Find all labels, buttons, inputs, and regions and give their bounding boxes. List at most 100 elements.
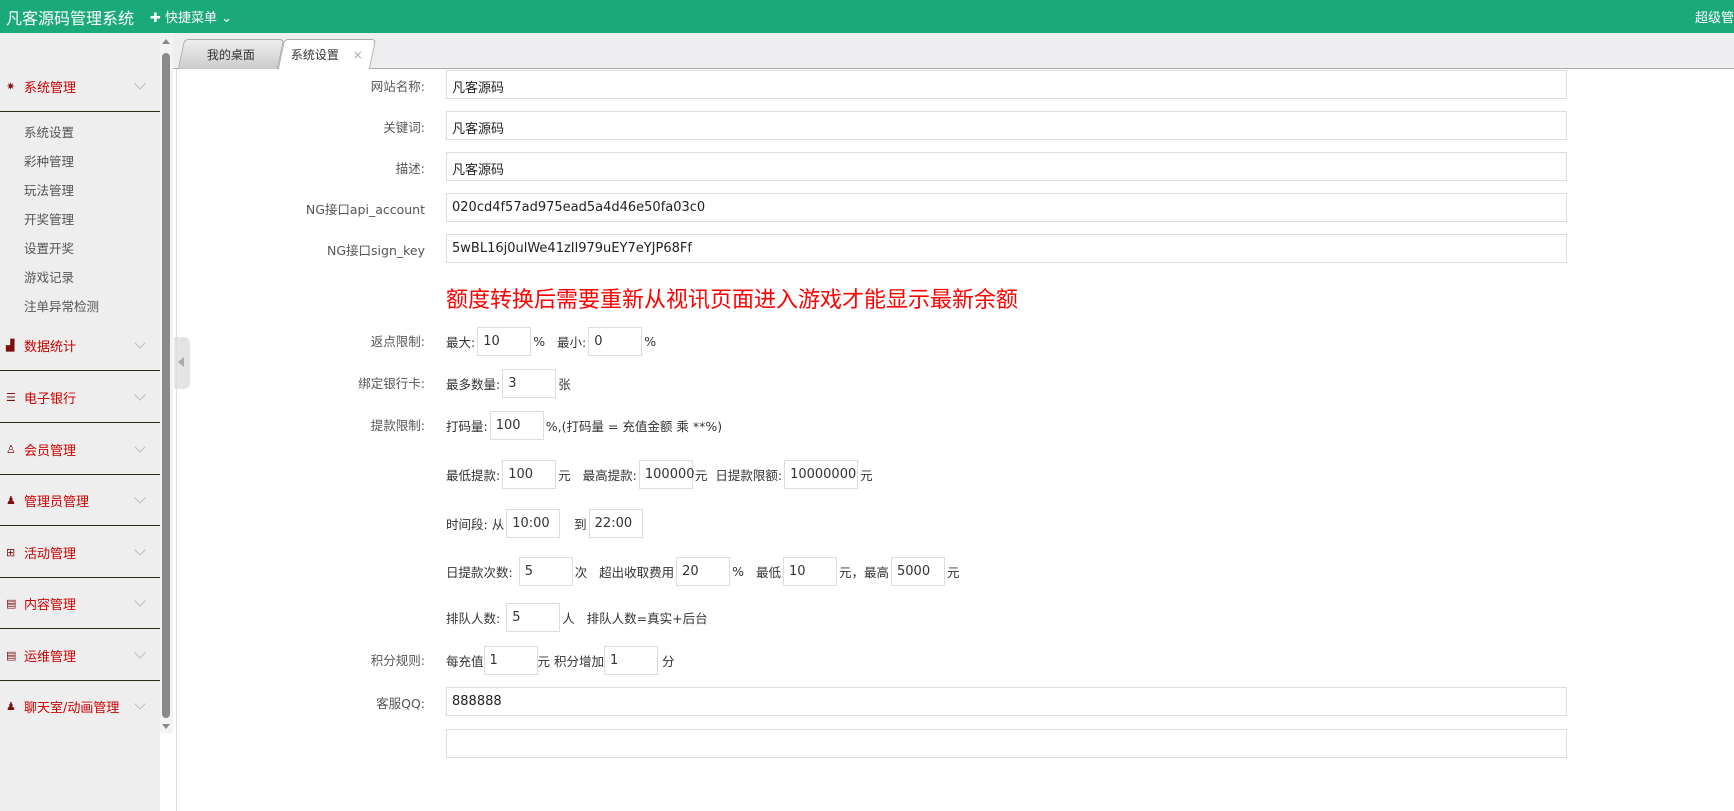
close-icon[interactable]: × xyxy=(353,48,363,62)
daily-limit-input[interactable]: 10000000 xyxy=(784,459,859,489)
scroll-down-icon[interactable] xyxy=(162,724,170,729)
pct-unit: % xyxy=(644,333,657,349)
sidebar-group-ops[interactable]: ▤ 运维管理 xyxy=(0,630,160,681)
chevron-down-icon xyxy=(134,492,146,504)
qq-input[interactable]: 888888 xyxy=(446,687,1567,716)
sidebar-item-bet-anomaly[interactable]: 注单异常检测 xyxy=(24,296,99,315)
sidebar: ✷ 系统管理 系统设置 彩种管理 玩法管理 开奖管理 设置开奖 游戏记录 注单异常… xyxy=(0,33,160,811)
sidebar-group-admins[interactable]: ♟ 管理员管理 xyxy=(0,475,160,526)
points-unit: 分 xyxy=(662,653,675,669)
points-input[interactable]: 1 xyxy=(604,645,659,675)
tab-system-settings[interactable]: 系统设置 × xyxy=(277,39,377,69)
sidebar-item-draw[interactable]: 开奖管理 xyxy=(24,209,74,228)
user-outline-icon: ♙ xyxy=(6,442,16,456)
yuan-unit: 元 xyxy=(860,467,873,483)
bank-max-label: 最多数量: xyxy=(446,376,501,392)
api-account-label: NG接口api_account xyxy=(305,202,425,217)
sidebar-item-game-records[interactable]: 游戏记录 xyxy=(24,267,74,286)
sidebar-scrollbar[interactable] xyxy=(160,33,173,733)
sign-key-label: NG接口sign_key xyxy=(326,243,425,258)
user-icon: ♟ xyxy=(6,493,16,507)
sidebar-group-system[interactable]: ✷ 系统管理 xyxy=(0,61,160,112)
daily-times-input[interactable]: 5 xyxy=(518,556,573,586)
site-name-input[interactable]: 凡客源码 xyxy=(446,70,1567,99)
min-withdraw-label: 最低提款: xyxy=(446,467,501,483)
document-icon: ▤ xyxy=(6,596,17,610)
warning-text: 额度转换后需要重新从视讯页面进入游戏才能显示最新余额 xyxy=(446,288,1019,313)
chevron-down-icon xyxy=(134,647,146,659)
bank-max-input[interactable]: 3 xyxy=(502,368,557,398)
withdraw-label: 提款限制: xyxy=(370,418,425,433)
sidebar-group-members[interactable]: ♙ 会员管理 xyxy=(0,424,160,475)
chevron-down-icon xyxy=(134,337,146,349)
end-time-input[interactable]: 22:00 xyxy=(588,508,643,538)
user-menu[interactable]: 超级管 xyxy=(1695,7,1734,26)
yuan-unit: 元 xyxy=(558,467,571,483)
max-withdraw-label: 最高提款: xyxy=(582,467,637,483)
points-amount-input[interactable]: 1 xyxy=(483,645,538,675)
chevron-down-icon xyxy=(134,544,146,556)
times-unit: 次 xyxy=(574,564,588,580)
rebate-label: 返点限制: xyxy=(370,334,425,349)
sidebar-item-system-settings[interactable]: 系统设置 xyxy=(24,122,74,141)
keywords-input[interactable]: 凡客源码 xyxy=(446,111,1567,140)
time-label: 时间段: xyxy=(446,516,488,532)
queue-note: 排队人数=真实+后台 xyxy=(586,610,708,626)
chevron-down-icon xyxy=(134,389,146,401)
queue-input[interactable]: 5 xyxy=(506,602,561,632)
to-label: 到 xyxy=(574,516,587,532)
sidebar-group-chat[interactable]: ♟ 聊天室/动画管理 xyxy=(0,681,160,732)
keywords-label: 关键词: xyxy=(383,120,425,135)
sign-key-input[interactable]: 5wBL16j0ulWe41zIl979uEY7eYJP68Ff xyxy=(446,234,1567,263)
sidebar-group-activities[interactable]: ⊞ 活动管理 xyxy=(0,527,160,578)
sidebar-group-bank[interactable]: ☰ 电子银行 xyxy=(0,372,160,423)
bank-label: 绑定银行卡: xyxy=(358,376,425,391)
queue-label: 排队人数: xyxy=(446,610,501,626)
scrollbar-thumb[interactable] xyxy=(162,53,170,718)
chevron-down-icon: ⌄ xyxy=(217,11,233,26)
sidebar-item-set-draw[interactable]: 设置开奖 xyxy=(24,238,74,257)
tab-desktop[interactable]: 我的桌面 xyxy=(177,39,285,69)
chevron-down-icon xyxy=(134,78,146,90)
bank-unit: 张 xyxy=(558,376,571,392)
chevron-down-icon xyxy=(134,441,146,453)
rebate-max-input[interactable]: 10 xyxy=(477,326,532,356)
document-icon: ▤ xyxy=(6,648,17,662)
fee-input[interactable]: 20 xyxy=(676,556,731,586)
settings-form: 网站名称: 凡客源码 关键词: 凡客源码 描述: 凡客源码 NG接口api_accou… xyxy=(176,69,1734,811)
fee-max-label: 元，最高 xyxy=(838,564,889,580)
top-header: 凡客源码管理系统 ✚ 快捷菜单 ⌄ 超级管 xyxy=(0,0,1734,33)
from-label: 从 xyxy=(491,516,505,532)
yuan-unit: 元 xyxy=(947,564,960,580)
api-account-input[interactable]: 020cd4f57ad975ead5a4d46e50fa03c0 xyxy=(446,193,1567,222)
sidebar-group-stats[interactable]: ▟ 数据统计 xyxy=(0,320,160,371)
fee-label: 超出收取费用 xyxy=(599,564,675,580)
scroll-up-icon[interactable] xyxy=(162,39,170,44)
queue-unit: 人 xyxy=(562,610,575,626)
daily-times-label: 日提款次数: xyxy=(446,564,513,580)
min-withdraw-input[interactable]: 100 xyxy=(502,459,557,489)
chevron-down-icon xyxy=(134,595,146,607)
sidebar-item-play[interactable]: 玩法管理 xyxy=(24,180,74,199)
quick-menu-button[interactable]: ✚ 快捷菜单 ⌄ xyxy=(150,7,232,26)
tab-bar: 我的桌面 系统设置 × xyxy=(173,33,1734,69)
description-input[interactable]: 凡客源码 xyxy=(446,152,1567,181)
max-withdraw-input[interactable]: 100000 xyxy=(638,459,695,489)
next-input[interactable] xyxy=(446,729,1567,758)
bet-input[interactable]: 100 xyxy=(489,410,544,440)
yuan-unit: 元 xyxy=(537,653,551,669)
bet-note: %,(打码量 = 充值金额 乘 **%) xyxy=(545,418,723,434)
rebate-min-label: 最小: xyxy=(557,334,587,350)
rebate-min-input[interactable]: 0 xyxy=(588,326,643,356)
sidebar-group-content[interactable]: ▤ 内容管理 xyxy=(0,578,160,629)
start-time-input[interactable]: 10:00 xyxy=(506,508,561,538)
fee-max-input[interactable]: 5000 xyxy=(891,556,945,586)
gear-icon: ✷ xyxy=(6,79,16,93)
yuan-unit: 元 xyxy=(694,467,708,483)
sidebar-item-lottery[interactable]: 彩种管理 xyxy=(24,151,74,170)
qq-label: 客服QQ: xyxy=(376,696,425,711)
app-title: 凡客源码管理系统 xyxy=(6,9,135,28)
fee-min-input[interactable]: 10 xyxy=(782,556,837,586)
points-per-label: 每充值 xyxy=(446,653,484,669)
description-label: 描述: xyxy=(395,161,425,176)
